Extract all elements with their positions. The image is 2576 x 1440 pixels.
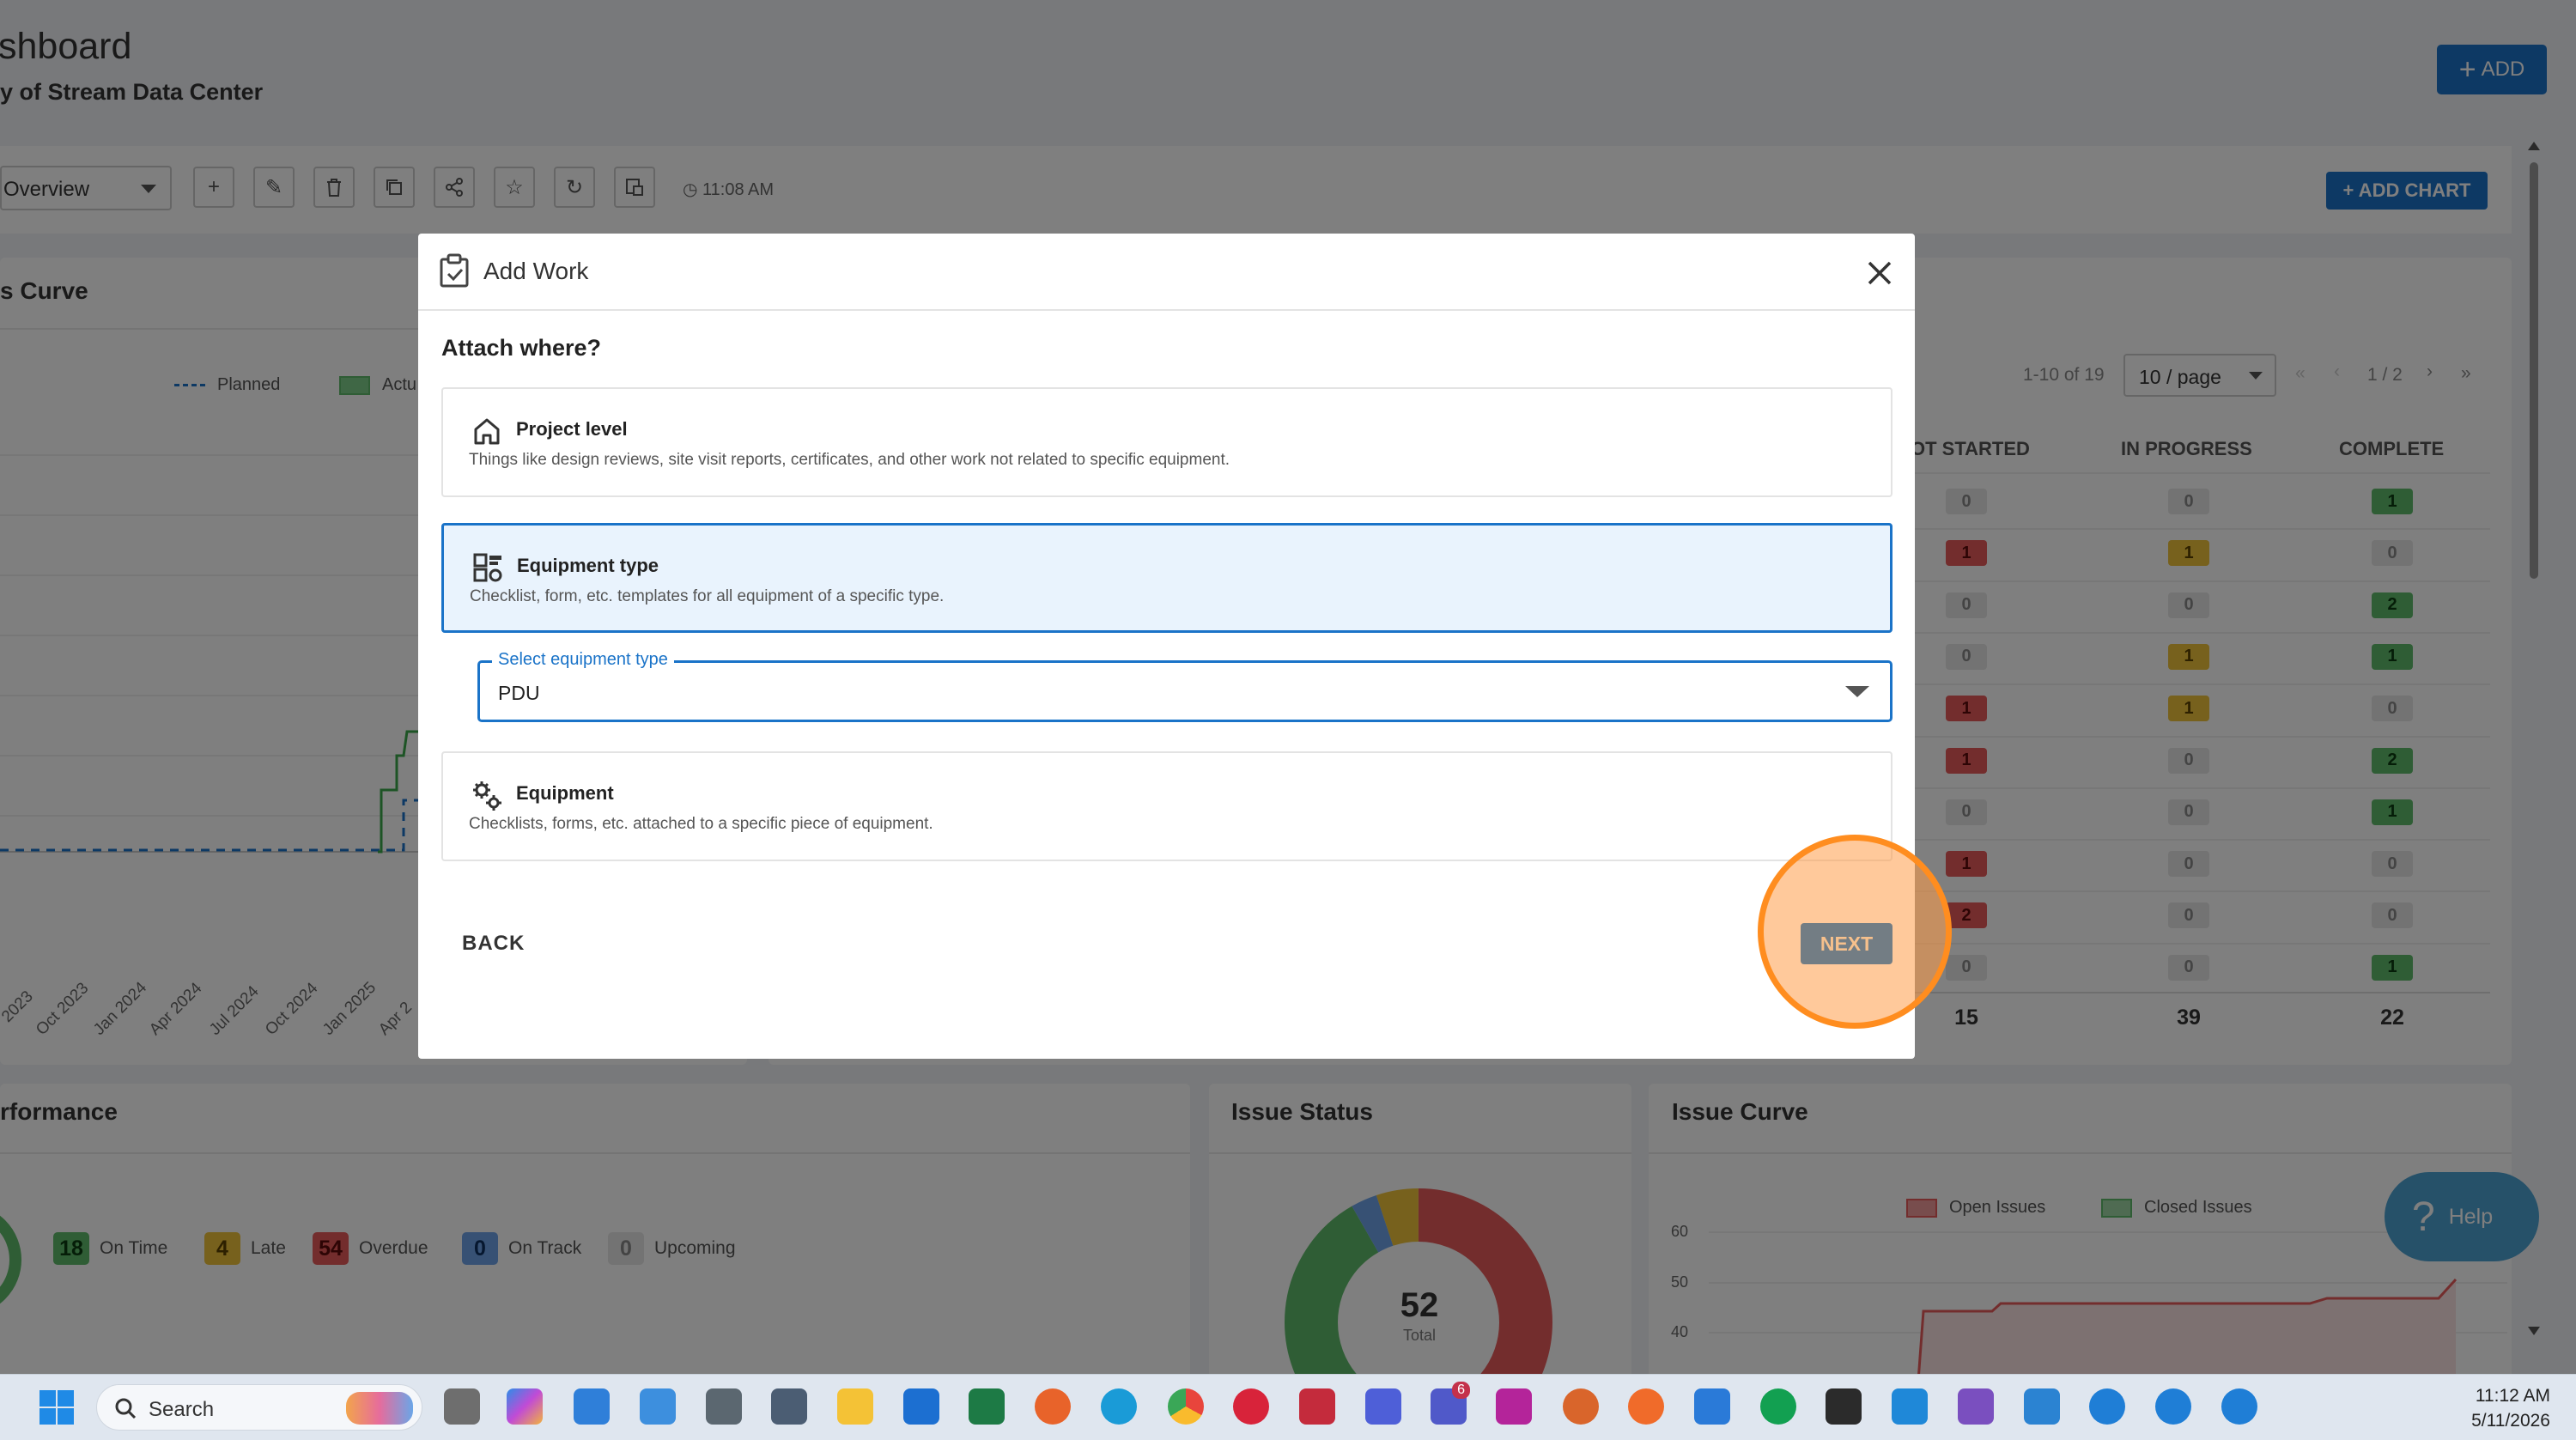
clock-date: 5/11/2026 — [2471, 1411, 2550, 1431]
copilot-icon[interactable] — [507, 1388, 543, 1425]
notepad-icon[interactable] — [2024, 1388, 2060, 1425]
visual-studio-icon[interactable] — [1958, 1388, 1994, 1425]
recorder-icon[interactable] — [1233, 1388, 1269, 1425]
outlook-icon[interactable] — [903, 1388, 939, 1425]
clock-time: 11:12 AM — [2475, 1386, 2550, 1406]
calculator-icon[interactable] — [706, 1388, 742, 1425]
firefox-icon[interactable] — [1035, 1388, 1071, 1425]
category-icon — [473, 553, 502, 582]
folder-icon[interactable] — [837, 1388, 873, 1425]
app-icon[interactable] — [1694, 1388, 1730, 1425]
next-button[interactable]: NEXT — [1801, 923, 1893, 964]
vscode-icon[interactable] — [1892, 1388, 1928, 1425]
app-icon[interactable] — [1365, 1388, 1401, 1425]
gears-icon — [473, 781, 501, 811]
option-description: Checklists, forms, etc. attached to a sp… — [469, 815, 933, 833]
teams-icon[interactable]: 6 — [1431, 1382, 1470, 1425]
mongodb-icon[interactable] — [1760, 1388, 1796, 1425]
photos-icon[interactable] — [640, 1388, 676, 1425]
search-highlight-icon — [346, 1392, 413, 1425]
postman-icon[interactable] — [1628, 1388, 1664, 1425]
option-description: Things like design reviews, site visit r… — [469, 451, 1230, 469]
search-label: Search — [149, 1398, 215, 1421]
onenote-icon[interactable] — [1496, 1388, 1532, 1425]
option-equipment[interactable]: Equipment Checklists, forms, etc. attach… — [441, 751, 1893, 861]
chrome-icon[interactable] — [1168, 1388, 1204, 1425]
gear-icon[interactable] — [2155, 1388, 2191, 1425]
equipment-type-select-label: Select equipment type — [492, 650, 674, 670]
option-title: Equipment — [516, 782, 614, 804]
option-description: Checklist, form, etc. templates for all … — [470, 587, 945, 605]
teams-badge: 6 — [1452, 1382, 1470, 1399]
terminal-icon[interactable] — [1826, 1388, 1862, 1425]
option-title: Equipment type — [517, 555, 659, 576]
app-icon[interactable] — [1299, 1388, 1335, 1425]
edge-icon[interactable] — [1101, 1388, 1137, 1425]
taskbar: Search 6 11:12 AM 5/11/2026 — [0, 1374, 2576, 1440]
option-title: Project level — [516, 418, 628, 440]
search-icon — [115, 1398, 137, 1419]
modal-header: Add Work — [418, 234, 1915, 311]
option-project-level[interactable]: Project level Things like design reviews… — [441, 387, 1893, 497]
option-equipment-type[interactable]: Equipment type Checklist, form, etc. tem… — [441, 523, 1893, 633]
clipboard-check-icon — [440, 253, 469, 288]
system-clock[interactable]: 11:12 AM 5/11/2026 — [2471, 1383, 2550, 1433]
excel-icon[interactable] — [969, 1388, 1005, 1425]
attach-question: Attach where? — [441, 335, 602, 361]
gear-icon[interactable] — [2221, 1388, 2257, 1425]
home-icon — [474, 418, 500, 445]
equipment-type-select-value: PDU — [498, 682, 540, 704]
task-view-icon[interactable] — [444, 1388, 480, 1425]
back-button[interactable]: BACK — [462, 932, 525, 956]
claude-icon[interactable] — [1563, 1388, 1599, 1425]
windows-start-icon[interactable] — [38, 1388, 76, 1426]
close-icon[interactable] — [1862, 256, 1897, 290]
equipment-type-select[interactable]: Select equipment type PDU — [477, 650, 1893, 722]
modal-title: Add Work — [483, 258, 589, 284]
chevron-down-icon — [1845, 686, 1869, 697]
add-work-modal: Add Work Attach where? Project level Thi… — [418, 234, 1915, 1059]
snipping-tool-icon[interactable] — [771, 1388, 807, 1425]
file-explorer-window-icon[interactable] — [574, 1388, 610, 1425]
gear-icon[interactable] — [2089, 1388, 2125, 1425]
taskbar-search[interactable]: Search — [96, 1384, 422, 1431]
